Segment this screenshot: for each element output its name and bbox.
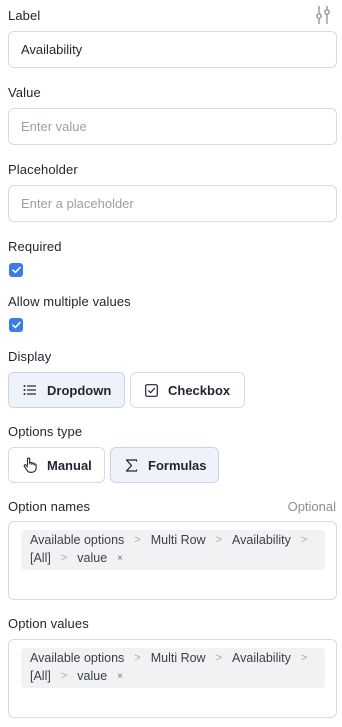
chevron-right-icon: >: [60, 670, 68, 682]
path-segment: Available options: [30, 533, 125, 547]
option-names-title: Option names: [8, 499, 91, 514]
path-segment: Multi Row: [150, 533, 206, 547]
chevron-right-icon: >: [134, 534, 141, 546]
path-segment: [All]: [30, 669, 51, 683]
options-type-manual-label: Manual: [47, 457, 92, 473]
list-icon: [23, 385, 36, 395]
path-segment: Availability: [232, 651, 291, 665]
remove-chip-icon[interactable]: ×: [117, 553, 123, 564]
formula-path-chip: Available options > Multi Row > Availabi…: [21, 648, 325, 688]
options-type-title: Options type: [8, 424, 83, 439]
option-values-formula-input[interactable]: Available options > Multi Row > Availabi…: [8, 639, 337, 718]
label-input-value: Availability: [21, 42, 83, 57]
display-checkbox-label: Checkbox: [168, 382, 231, 398]
value-input[interactable]: Enter value: [8, 108, 337, 145]
checkmark-icon: [11, 321, 21, 329]
sigma-icon: [125, 458, 138, 472]
path-segment: Availability: [232, 533, 291, 547]
display-dropdown-label: Dropdown: [47, 382, 112, 398]
path-segment: Multi Row: [150, 651, 206, 665]
value-field-title: Value: [8, 85, 41, 100]
chevron-right-icon: >: [300, 652, 308, 664]
placeholder-input[interactable]: Enter a placeholder: [8, 185, 337, 222]
option-values-title: Option values: [8, 616, 89, 631]
formula-path-chip: Available options > Multi Row > Availabi…: [21, 530, 325, 570]
options-type-formulas-button[interactable]: Formulas: [110, 447, 219, 483]
chevron-right-icon: >: [134, 652, 141, 664]
option-names-formula-input[interactable]: Available options > Multi Row > Availabi…: [8, 521, 337, 600]
required-title: Required: [8, 239, 62, 254]
remove-chip-icon[interactable]: ×: [117, 671, 123, 682]
display-checkbox-button[interactable]: Checkbox: [130, 372, 245, 408]
hand-pointer-icon: [23, 457, 37, 473]
path-segment: Available options: [30, 651, 125, 665]
placeholder-input-placeholder: Enter a placeholder: [21, 196, 134, 211]
sliders-settings-icon[interactable]: [314, 5, 332, 25]
checkbox-icon: [145, 383, 158, 397]
path-segment: value: [77, 669, 108, 683]
allow-multiple-title: Allow multiple values: [8, 294, 131, 309]
optional-label: Optional: [287, 499, 336, 514]
placeholder-field-title: Placeholder: [8, 162, 78, 177]
checkmark-icon: [11, 266, 21, 274]
required-checkbox[interactable]: [9, 263, 23, 277]
chevron-right-icon: >: [215, 652, 223, 664]
chevron-right-icon: >: [300, 534, 308, 546]
chevron-right-icon: >: [60, 552, 68, 564]
options-type-manual-button[interactable]: Manual: [8, 447, 105, 483]
label-input[interactable]: Availability: [8, 31, 337, 68]
path-segment: [All]: [30, 551, 51, 565]
value-input-placeholder: Enter value: [21, 119, 87, 134]
label-field-title: Label: [8, 8, 41, 23]
display-title: Display: [8, 349, 52, 364]
display-dropdown-button[interactable]: Dropdown: [8, 372, 125, 408]
path-segment: value: [77, 551, 108, 565]
options-type-formulas-label: Formulas: [148, 457, 207, 473]
chevron-right-icon: >: [215, 534, 223, 546]
allow-multiple-checkbox[interactable]: [9, 318, 23, 332]
